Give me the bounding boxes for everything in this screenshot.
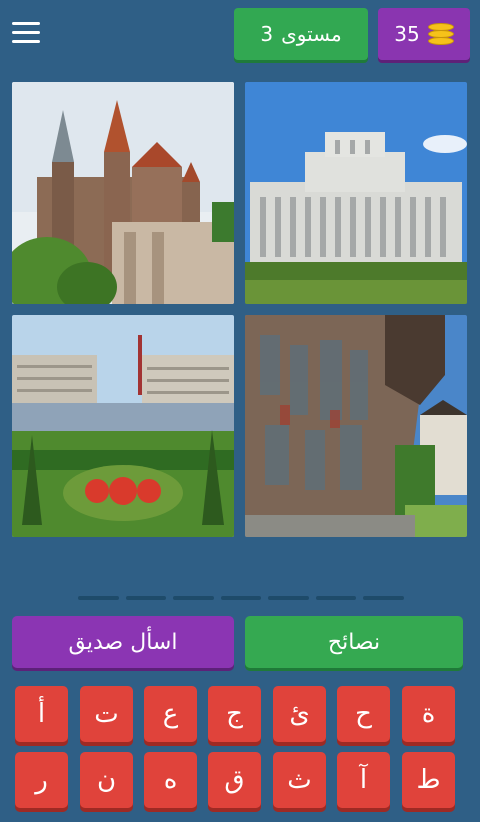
answer-slot[interactable]	[220, 596, 262, 600]
answer-slot[interactable]	[268, 596, 309, 600]
letter-key[interactable]: أ	[15, 686, 68, 742]
letter-key[interactable]: ث	[273, 752, 326, 808]
letter-key[interactable]: ق	[208, 752, 261, 808]
letter-key[interactable]: ح	[337, 686, 390, 742]
letter-key[interactable]: ئ	[273, 686, 326, 742]
answer-slots	[78, 596, 405, 602]
painted-wall-photo	[245, 315, 467, 537]
answer-slot[interactable]	[125, 596, 167, 600]
answer-slot[interactable]	[363, 596, 405, 600]
city-square-photo	[12, 315, 234, 537]
level-indicator: مستوى 3	[234, 8, 368, 60]
answer-slot[interactable]	[78, 596, 119, 600]
coin-count: 35	[394, 22, 420, 46]
clue-image-castle[interactable]	[12, 82, 234, 304]
letter-key[interactable]: ط	[402, 752, 455, 808]
letter-key[interactable]: ه	[144, 752, 197, 808]
clue-image-palace[interactable]	[245, 82, 467, 304]
level-number: 3	[260, 22, 274, 46]
hamburger-menu-icon[interactable]	[12, 22, 40, 44]
letter-key[interactable]: ة	[402, 686, 455, 742]
coin-stack-icon	[427, 23, 454, 45]
level-label: مستوى	[281, 22, 342, 46]
letter-key[interactable]: ن	[80, 752, 133, 808]
letter-key[interactable]: ر	[15, 752, 68, 808]
ask-friend-button[interactable]: اسأل صديق	[12, 616, 234, 668]
letter-key[interactable]: آ	[337, 752, 390, 808]
clue-image-painted-wall[interactable]	[245, 315, 467, 537]
answer-slot[interactable]	[315, 596, 357, 600]
castle-photo	[12, 82, 234, 304]
answer-slot[interactable]	[173, 596, 214, 600]
letter-key[interactable]: ع	[144, 686, 197, 742]
clue-image-city-square[interactable]	[12, 315, 234, 537]
letter-key[interactable]: ت	[80, 686, 133, 742]
top-bar: مستوى 3 35	[0, 0, 480, 70]
palace-photo	[245, 82, 467, 304]
coins-counter[interactable]: 35	[378, 8, 470, 60]
hints-button[interactable]: نصائح	[245, 616, 463, 668]
letter-key[interactable]: ج	[208, 686, 261, 742]
